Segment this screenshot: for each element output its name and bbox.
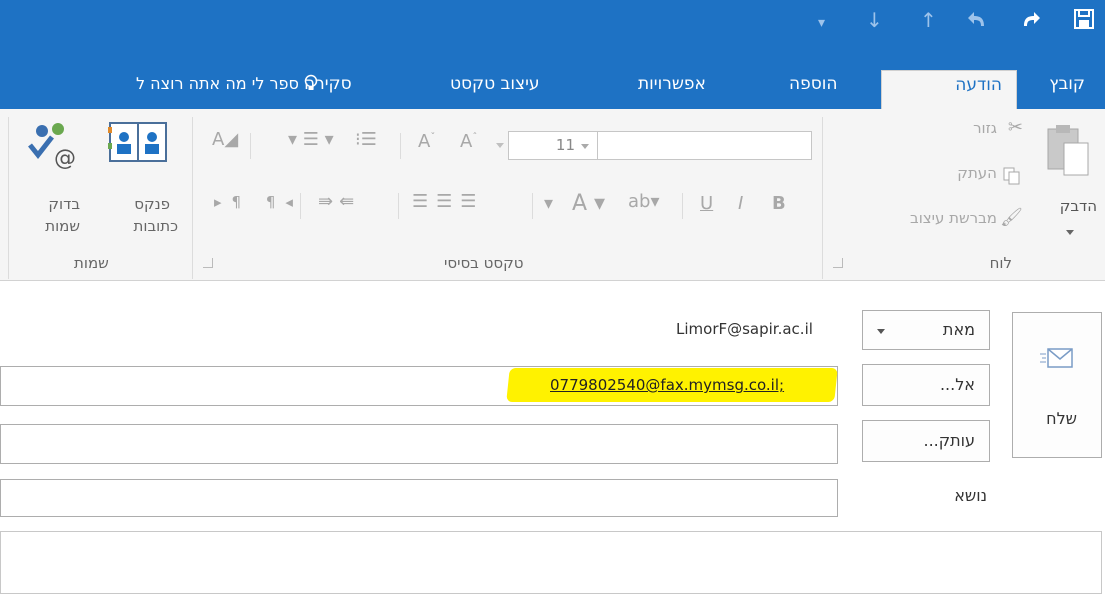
undo-icon[interactable] [966,8,990,33]
toolbar-divider [682,193,683,219]
address-book-button[interactable]: פנקס כתובות [102,117,180,242]
highlight-color-icon[interactable]: ab▾ [628,191,660,212]
lightbulb-icon [299,74,318,93]
cut-label: גזור [973,119,997,137]
font-name-dropdown[interactable] [595,131,812,160]
to-address[interactable]: 0779802540@fax.mymsg.co.il; [550,376,784,394]
font-color-icon[interactable]: A ▾ [572,191,605,216]
from-label: מאת [942,320,975,339]
scissors-icon: ✂ [1007,117,1023,138]
envelope-icon [1040,346,1074,374]
title-bar: ↑ ↓ ▾ [0,0,1105,60]
shrink-font-icon[interactable]: Aˇ [418,131,435,152]
tab-format-text[interactable]: עיצוב טקסט [450,74,540,94]
tell-me-text: ספר לי מה אתה רוצה ל [135,74,299,93]
copy-icon [1003,167,1021,189]
basic-text-group-label: טקסט בסיסי [444,254,524,272]
up-arrow-icon[interactable]: ↑ [920,10,937,30]
paste-icon [1044,123,1090,181]
font-name-dropdown-icon [496,143,504,148]
grow-font-icon[interactable]: Aˆ [460,131,477,152]
cut-button[interactable]: גזור ✂ [920,117,1025,143]
send-label: שלח [1046,409,1077,428]
font-size-dropdown[interactable]: 11 [508,131,598,160]
toolbar-divider [250,133,251,159]
group-divider [8,117,9,279]
format-painter-button[interactable]: מברשת עיצוב 🖌 [830,207,1025,233]
copy-label: העתק [957,164,997,182]
font-size-dropdown-icon [581,144,589,149]
from-button[interactable]: מאת [862,310,990,350]
align-buttons-icon[interactable]: ☰☰☰ [412,191,484,212]
names-group-label: שמות [74,254,109,272]
save-icon[interactable] [1073,8,1095,33]
clear-formatting-icon[interactable]: A◢ [212,129,238,150]
to-button[interactable]: אל... [862,364,990,406]
format-painter-label: מברשת עיצוב [910,209,997,227]
group-divider [822,117,823,279]
tab-file[interactable]: קובץ [1049,74,1085,94]
down-arrow-icon[interactable]: ↓ [866,10,883,30]
subject-label: נושא [954,486,987,505]
check-names-button[interactable]: @ בדוק שמות [22,117,100,242]
redo-icon[interactable] [1018,8,1042,33]
basic-text-dialog-launcher-icon[interactable] [203,258,213,268]
text-direction-icon[interactable]: ▸¶ ¶◂ [214,193,303,211]
from-address: LimorF@sapir.ac.il [676,320,813,338]
tab-message[interactable]: הודעה [881,70,1017,110]
copy-button[interactable]: העתק [910,164,1025,188]
font-color-dropdown-icon[interactable]: ▾ [544,193,553,214]
paste-button[interactable]: הדבק [1030,117,1105,237]
tab-insert[interactable]: הוספה [789,74,838,94]
group-divider [192,117,193,279]
ribbon-tabs: קובץ הודעה הוספה אפשרויות עיצוב טקסט סקי… [0,60,1105,110]
address-book-label-line2: כתובות [133,217,179,235]
paste-label: הדבק [1059,197,1097,215]
from-dropdown-icon [877,329,885,334]
address-book-icon [108,119,168,169]
indent-buttons-icon[interactable]: ⇛⇚ [318,191,360,212]
toolbar-divider [400,133,401,159]
font-size-value: 11 [555,136,575,154]
subject-field[interactable] [0,479,838,517]
check-names-label-line2: שמות [45,217,80,235]
message-body[interactable] [0,531,1102,594]
cc-button[interactable]: עותק... [862,420,990,462]
paste-dropdown-icon [1066,230,1074,235]
svg-text:@: @ [54,146,76,171]
send-button[interactable]: שלח [1012,312,1102,458]
address-book-label-line1: פנקס [134,195,170,213]
clipboard-dialog-launcher-icon[interactable] [833,258,843,268]
underline-button[interactable]: U [700,193,713,214]
clipboard-group-label: לוח [989,254,1012,272]
bullets-icon[interactable]: ▾ ☰ ▾ [288,129,334,150]
customize-qat-icon[interactable]: ▾ [818,13,825,33]
check-names-label-line1: בדוק [48,195,80,213]
numbering-icon[interactable]: ⁝☰ [355,129,377,150]
tell-me-box[interactable]: ספר לי מה אתה רוצה ל [136,74,318,93]
paintbrush-icon: 🖌 [1000,207,1023,228]
check-names-icon: @ [24,119,80,175]
tab-options[interactable]: אפשרויות [638,74,706,94]
ribbon: הדבק גזור ✂ העתק מברשת עיצוב 🖌 לוח 11 Aˆ… [0,109,1105,281]
bold-button[interactable]: B [772,193,786,214]
toolbar-divider [532,193,533,219]
italic-button[interactable]: I [738,193,743,214]
toolbar-divider [398,193,399,219]
cc-field[interactable] [0,424,838,464]
